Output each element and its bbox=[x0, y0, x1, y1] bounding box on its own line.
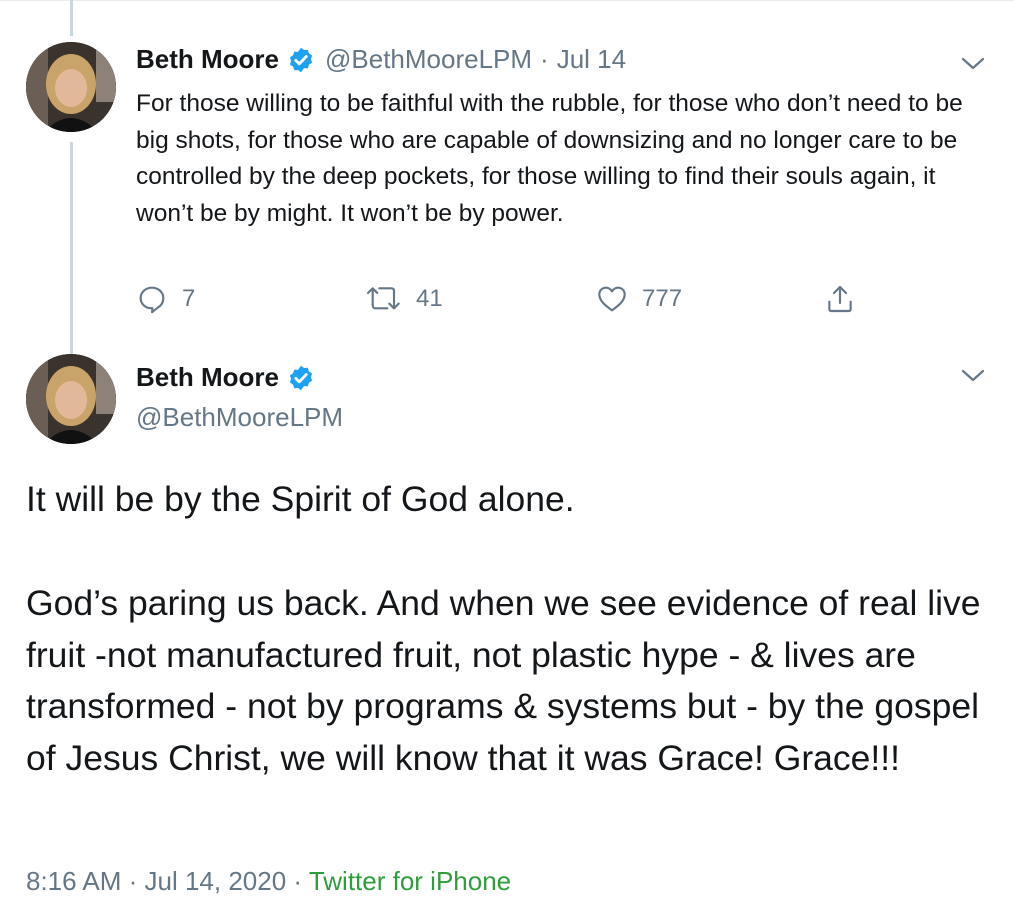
separator-dot: · bbox=[121, 866, 145, 896]
retweet-count: 41 bbox=[416, 285, 443, 312]
separator-dot: · bbox=[286, 866, 309, 896]
tweet-date[interactable]: Jul 14 bbox=[557, 44, 626, 75]
like-button[interactable]: 777 bbox=[596, 283, 682, 315]
tweet-source-link[interactable]: Twitter for iPhone bbox=[309, 866, 511, 896]
verified-badge-icon bbox=[289, 47, 313, 72]
parent-author-row: Beth Moore @BethMooreLPM · Jul 14 bbox=[136, 44, 626, 75]
tweet-time[interactable]: 8:16 AM bbox=[26, 866, 121, 896]
author-handle[interactable]: @BethMooreLPM bbox=[325, 44, 532, 75]
avatar[interactable] bbox=[26, 42, 116, 132]
avatar[interactable] bbox=[26, 354, 116, 444]
share-icon bbox=[828, 285, 852, 313]
thread-line-connector bbox=[70, 142, 73, 354]
author-name[interactable]: Beth Moore bbox=[136, 362, 279, 393]
reply-button[interactable]: 7 bbox=[136, 283, 195, 315]
tweet-paragraph: It will be by the Spirit of God alone. bbox=[26, 479, 575, 519]
verified-badge-icon bbox=[289, 365, 313, 390]
retweet-icon bbox=[366, 287, 400, 310]
tweet-paragraph: God’s paring us back. And when we see ev… bbox=[26, 582, 981, 779]
avatar-photo-icon bbox=[26, 42, 116, 132]
heart-icon bbox=[598, 286, 626, 312]
retweet-button[interactable]: 41 bbox=[366, 283, 443, 315]
tweet-text: It will be by the Spirit of God alone. G… bbox=[26, 474, 996, 785]
tweet-timestamp: 8:16 AM · Jul 14, 2020 · Twitter for iPh… bbox=[26, 866, 511, 897]
tweet-text: For those willing to be faithful with th… bbox=[136, 90, 963, 227]
share-button[interactable] bbox=[824, 283, 856, 315]
reply-icon bbox=[139, 286, 165, 314]
chevron-down-icon[interactable] bbox=[960, 56, 986, 72]
tweet-full-date[interactable]: Jul 14, 2020 bbox=[145, 866, 287, 896]
like-count: 777 bbox=[642, 285, 683, 312]
chevron-down-icon[interactable] bbox=[960, 368, 986, 384]
thread-line-top bbox=[70, 0, 73, 36]
separator-dot: · bbox=[540, 44, 549, 74]
main-author-row: Beth Moore bbox=[136, 362, 315, 393]
author-handle[interactable]: @BethMooreLPM bbox=[136, 402, 343, 433]
avatar-photo-icon bbox=[26, 354, 116, 444]
top-divider bbox=[0, 0, 1014, 1]
tweet-actions: 7 41 777 bbox=[0, 283, 1014, 317]
reply-count: 7 bbox=[182, 285, 196, 312]
author-name[interactable]: Beth Moore bbox=[136, 44, 279, 75]
